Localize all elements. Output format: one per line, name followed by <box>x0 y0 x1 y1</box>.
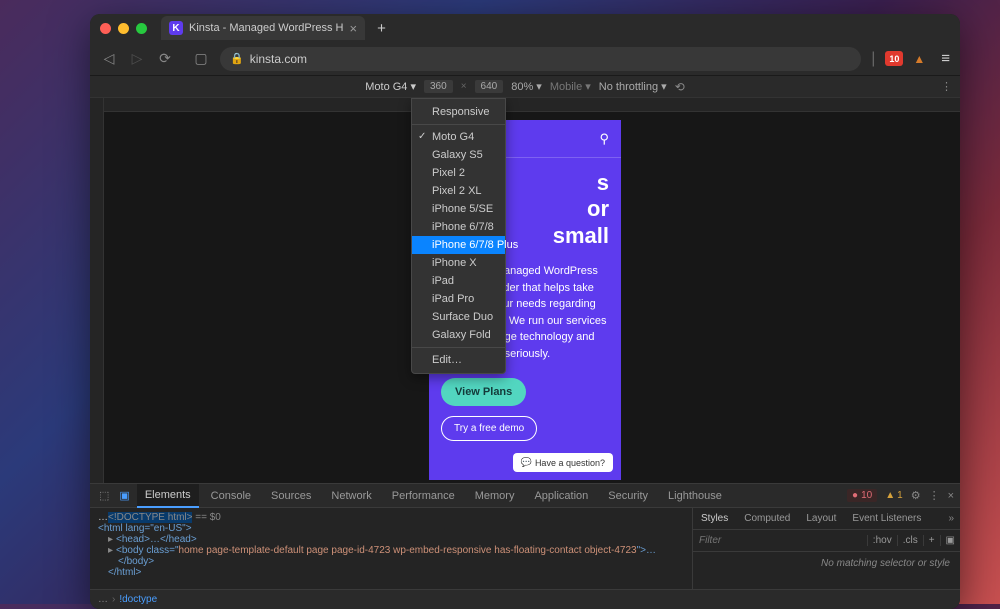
height-input[interactable]: 640 <box>475 80 504 93</box>
chat-bubble[interactable]: 💬 Have a question? <box>513 453 613 472</box>
rotate-icon[interactable]: ⟲ <box>675 80 685 94</box>
dropdown-item[interactable]: iPad Pro <box>412 290 505 308</box>
tab-close-icon[interactable]: × <box>349 21 357 36</box>
free-demo-button[interactable]: Try a free demo <box>441 416 537 441</box>
devtools-tab[interactable]: Application <box>526 485 596 507</box>
add-style-icon[interactable]: + <box>923 535 940 546</box>
new-tab-button[interactable]: + <box>377 20 386 37</box>
browser-toolbar: ◁ ▷ ⟳ ▢ 🔒 kinsta.com | 10 ▲ ≡ <box>90 42 960 76</box>
browser-tab[interactable]: K Kinsta - Managed WordPress H × <box>161 16 365 40</box>
dropdown-item[interactable]: Galaxy Fold <box>412 326 505 344</box>
dropdown-item-edit[interactable]: Edit… <box>412 347 505 369</box>
width-input[interactable]: 360 <box>424 80 453 93</box>
shield-badge[interactable]: 10 <box>885 51 903 66</box>
ruler-left <box>90 98 104 483</box>
tab-favicon: K <box>169 21 183 35</box>
warning-badge[interactable]: ▲ 1 <box>885 490 902 501</box>
device-select[interactable]: Moto G4 ▾ <box>365 80 416 93</box>
devtools-tabs: ⬚ ▣ Elements Console Sources Network Per… <box>90 484 960 508</box>
close-icon[interactable]: × <box>948 490 954 502</box>
device-more-icon[interactable]: ⋮ <box>941 80 952 93</box>
forward-icon[interactable]: ▷ <box>128 50 146 67</box>
inspect-icon[interactable]: ⬚ <box>96 489 112 502</box>
view-plans-button[interactable]: View Plans <box>441 378 526 406</box>
titlebar: K Kinsta - Managed WordPress H × + <box>90 14 960 42</box>
dropdown-item[interactable]: Moto G4 <box>412 128 505 146</box>
dropdown-item[interactable]: Surface Duo <box>412 308 505 326</box>
device-toolbar: Moto G4 ▾ 360 × 640 80% ▾ Mobile ▾ No th… <box>90 76 960 98</box>
throttle-select[interactable]: No throttling ▾ <box>599 80 667 93</box>
lock-icon: 🔒 <box>230 52 244 65</box>
devtools-tab[interactable]: Memory <box>467 485 523 507</box>
style-more-icon[interactable]: ▣ <box>940 535 960 546</box>
devtools-tab[interactable]: Sources <box>263 485 319 507</box>
browser-window: K Kinsta - Managed WordPress H × + ◁ ▷ ⟳… <box>90 14 960 609</box>
dropdown-item[interactable]: iPhone X <box>412 254 505 272</box>
search-icon[interactable]: ⚲ <box>599 131 609 147</box>
back-icon[interactable]: ◁ <box>100 50 118 67</box>
url-text: kinsta.com <box>250 52 307 66</box>
hamburger-icon[interactable]: ≡ <box>941 50 950 67</box>
ruler-top <box>90 98 960 112</box>
traffic-lights <box>100 23 147 34</box>
hov-toggle[interactable]: :hov <box>867 535 897 546</box>
no-match-text: No matching selector or style <box>693 552 960 589</box>
device-dropdown: Responsive Moto G4 Galaxy S5 Pixel 2 Pix… <box>411 98 506 374</box>
dropdown-item[interactable]: iPhone 5/SE <box>412 200 505 218</box>
viewport-area: Responsive Moto G4 Galaxy S5 Pixel 2 Pix… <box>90 98 960 483</box>
dropdown-item-responsive[interactable]: Responsive <box>412 103 505 125</box>
devtools-tab[interactable]: Network <box>323 485 379 507</box>
filter-row: :hov .cls + ▣ <box>693 530 960 552</box>
chat-icon: 💬 <box>521 457 532 468</box>
devtools-tab[interactable]: Security <box>600 485 656 507</box>
dropdown-item-selected[interactable]: iPhone 6/7/8 Plus <box>412 236 505 254</box>
styles-tab[interactable]: Event Listeners <box>844 509 929 528</box>
devtools-panel: ⬚ ▣ Elements Console Sources Network Per… <box>90 483 960 609</box>
dom-breadcrumb[interactable]: …›!doctype <box>90 589 960 609</box>
styles-tab[interactable]: Computed <box>736 509 798 528</box>
devtools-tab-elements[interactable]: Elements <box>137 484 199 508</box>
url-bar[interactable]: 🔒 kinsta.com <box>220 47 861 71</box>
zoom-select[interactable]: 80% ▾ <box>511 80 542 93</box>
maximize-dot[interactable] <box>136 23 147 34</box>
devtools-tab[interactable]: Console <box>203 485 259 507</box>
error-badge[interactable]: ● 10 <box>847 489 877 502</box>
filter-input[interactable] <box>693 535 867 546</box>
styles-tab[interactable]: Styles <box>693 509 736 528</box>
dropdown-item[interactable]: Pixel 2 XL <box>412 182 505 200</box>
minimize-dot[interactable] <box>118 23 129 34</box>
reload-icon[interactable]: ⟳ <box>156 50 174 67</box>
devtools-body: …<!DOCTYPE html> == $0 <html lang="en-US… <box>90 508 960 589</box>
styles-tab[interactable]: Layout <box>798 509 844 528</box>
styles-more-icon[interactable]: » <box>942 513 960 524</box>
dropdown-item[interactable]: iPad <box>412 272 505 290</box>
devtools-more-icon[interactable]: ⋮ <box>929 489 940 502</box>
dropdown-item[interactable]: Pixel 2 <box>412 164 505 182</box>
gear-icon[interactable]: ⚙ <box>911 489 921 502</box>
styles-tabs: Styles Computed Layout Event Listeners » <box>693 508 960 530</box>
devtools-tab[interactable]: Performance <box>384 485 463 507</box>
dimension-x: × <box>461 81 467 92</box>
devtools-tab[interactable]: Lighthouse <box>660 485 730 507</box>
tab-title: Kinsta - Managed WordPress H <box>189 22 343 34</box>
warning-icon[interactable]: ▲ <box>913 52 925 66</box>
styles-panel: Styles Computed Layout Event Listeners »… <box>692 508 960 589</box>
close-dot[interactable] <box>100 23 111 34</box>
device-type-select[interactable]: Mobile ▾ <box>550 80 591 93</box>
elements-source[interactable]: …<!DOCTYPE html> == $0 <html lang="en-US… <box>90 508 692 589</box>
cls-toggle[interactable]: .cls <box>897 535 923 546</box>
device-toggle-icon[interactable]: ▣ <box>116 489 132 502</box>
dropdown-item[interactable]: iPhone 6/7/8 <box>412 218 505 236</box>
bookmark-icon[interactable]: ▢ <box>192 50 210 67</box>
dropdown-item[interactable]: Galaxy S5 <box>412 146 505 164</box>
